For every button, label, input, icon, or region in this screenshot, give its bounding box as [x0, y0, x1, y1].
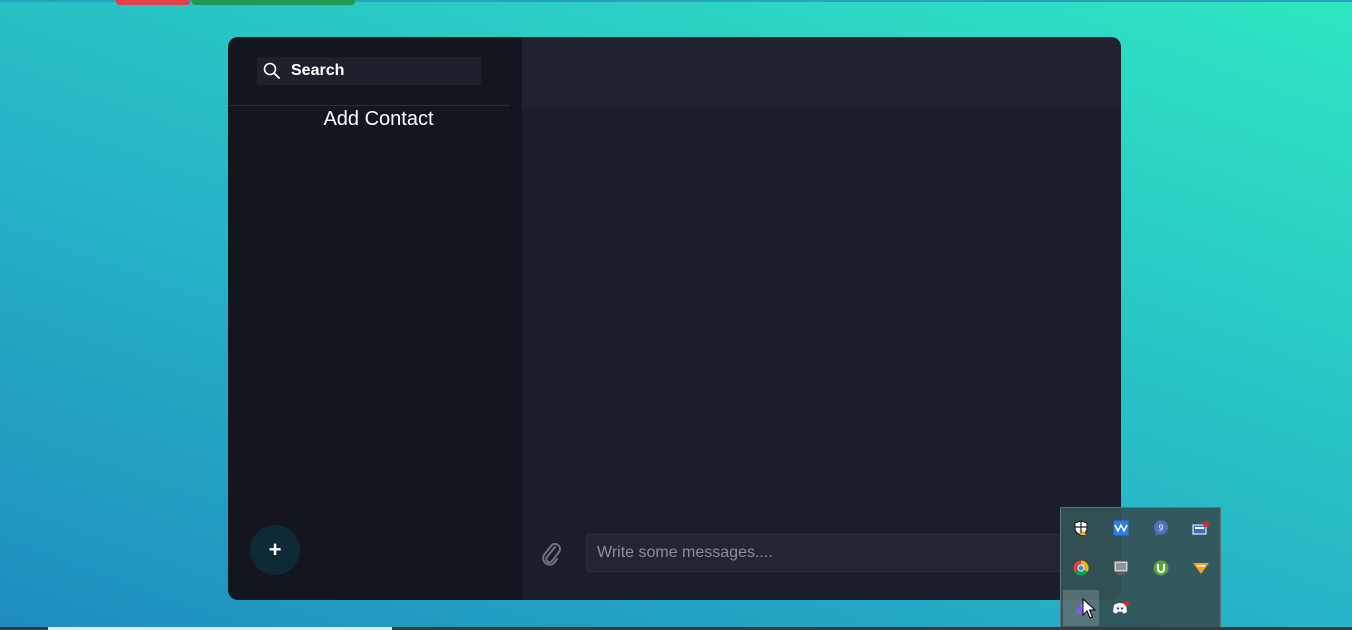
- mouse-cursor-icon: [1082, 597, 1097, 625]
- browser-tab-indicator-red[interactable]: [116, 0, 190, 5]
- chat-panel: [522, 37, 1121, 600]
- chat-header: [522, 37, 1121, 107]
- utorrent-icon[interactable]: [1143, 550, 1179, 586]
- add-contact-label: Add Contact: [323, 108, 434, 130]
- chat-app-window: Search Add Contact +: [228, 37, 1121, 600]
- new-chat-button[interactable]: +: [250, 525, 300, 575]
- waves-app-icon[interactable]: [1103, 510, 1139, 546]
- discord-icon[interactable]: [1103, 590, 1139, 626]
- add-contact-link[interactable]: Add Contact: [228, 107, 528, 131]
- message-input[interactable]: [586, 534, 1086, 572]
- paperclip-icon[interactable]: [540, 540, 562, 573]
- contacts-sidebar: Search Add Contact +: [228, 37, 522, 600]
- search-icon: [263, 62, 280, 79]
- vlc-icon[interactable]: [1183, 550, 1219, 586]
- sidebar-divider: [228, 105, 510, 106]
- search-box[interactable]: Search: [257, 57, 481, 85]
- security-shield-icon[interactable]: [1063, 510, 1099, 546]
- browser-tab-indicator-green[interactable]: [192, 0, 355, 5]
- search-input[interactable]: Search: [291, 62, 344, 80]
- plus-icon: +: [268, 537, 282, 562]
- chat-bubble-icon[interactable]: 9: [1143, 510, 1179, 546]
- monitor-icon[interactable]: [1103, 550, 1139, 586]
- network-icon[interactable]: [1183, 510, 1219, 546]
- svg-text:9: 9: [1158, 524, 1163, 533]
- chrome-icon[interactable]: [1063, 550, 1099, 586]
